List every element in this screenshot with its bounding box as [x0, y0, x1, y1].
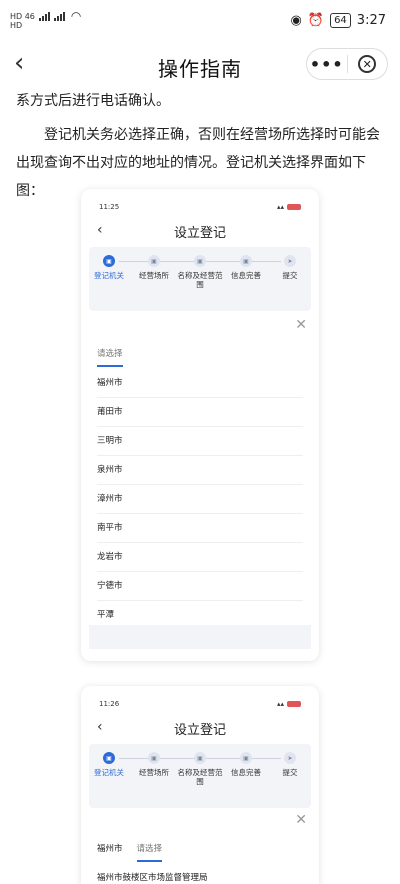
mini-status-bar: 11:25 ▴▴: [99, 203, 301, 211]
tab-fuzhou[interactable]: 福州市: [97, 842, 123, 854]
signal-icon: [38, 12, 50, 21]
mini-battery-icon: [287, 204, 301, 210]
list-item[interactable]: 龙岩市: [97, 543, 303, 572]
step-item[interactable]: ▣ 信息完善: [221, 255, 271, 280]
step-icon: ▣: [103, 752, 115, 764]
bottom-panel: [89, 625, 311, 649]
miniapp-capsule: ••• ✕: [306, 48, 388, 80]
signal-area: HD 46 ◠ HD: [10, 9, 82, 30]
screenshot-select-bureau: 11:26 ▴▴ ‹ 设立登记 ▣ 登记机关 ▣ 经营场所 ▣ 名称及经营范围 ▣ 信息…: [81, 686, 319, 884]
cascade-tabs: 福州市 请选择: [97, 842, 162, 862]
tab-please-select[interactable]: 请选择: [136, 842, 162, 862]
list-item[interactable]: 福州市鼓楼区市场监督管理局: [97, 864, 303, 884]
battery-indicator: 64: [330, 13, 351, 28]
step-icon: ▣: [194, 255, 206, 267]
tab-please-select[interactable]: 请选择: [97, 347, 123, 367]
step-item[interactable]: ▣ 登记机关: [84, 255, 134, 280]
step-item[interactable]: ▣ 经营场所: [129, 255, 179, 280]
status-bar: HD 46 ◠ HD ◉ ⏰ 64 3:27: [0, 0, 400, 40]
list-item[interactable]: 南平市: [97, 514, 303, 543]
step-icon: ▣: [194, 752, 206, 764]
mini-battery-icon: [287, 701, 301, 707]
step-icon: ▣: [103, 255, 115, 267]
mini-clock: 11:25: [99, 203, 120, 211]
eye-icon: ◉: [290, 13, 302, 28]
step-item[interactable]: ➤ 提交: [265, 255, 315, 280]
step-icon: ▣: [240, 752, 252, 764]
signal-icon-2: [53, 12, 65, 21]
list-item[interactable]: 莆田市: [97, 398, 303, 427]
screenshot-select-authority: 11:25 ▴▴ ‹ 设立登记 ▣ 登记机关 ▣ 经营场所 ▣ 名称及经营范围 ▣ 信息…: [81, 189, 319, 661]
progress-steps: ▣ 登记机关 ▣ 经营场所 ▣ 名称及经营范围 ▣ 信息完善 ➤ 提交: [89, 247, 311, 311]
step-item[interactable]: ▣ 经营场所: [129, 752, 179, 777]
mini-status-bar: 11:26 ▴▴: [99, 700, 301, 708]
network-label-2: HD: [10, 21, 23, 30]
list-item[interactable]: 漳州市: [97, 485, 303, 514]
list-item[interactable]: 泉州市: [97, 456, 303, 485]
mini-clock: 11:26: [99, 700, 120, 708]
step-item[interactable]: ➤ 提交: [265, 752, 315, 777]
send-icon: ➤: [284, 255, 296, 267]
wifi-icon: ◠: [70, 9, 82, 23]
mini-signal-icon: ▴▴: [276, 700, 284, 708]
screen-title: 设立登记: [173, 723, 226, 738]
step-item[interactable]: ▣ 信息完善: [221, 752, 271, 777]
close-icon: ✕: [358, 55, 377, 73]
alarm-icon: ⏰: [307, 13, 325, 28]
progress-steps: ▣ 登记机关 ▣ 经营场所 ▣ 名称及经营范围 ▣ 信息完善 ➤ 提交: [89, 744, 311, 808]
cascade-tabs: 请选择: [97, 347, 123, 367]
step-icon: ▣: [148, 255, 160, 267]
more-button[interactable]: •••: [307, 55, 347, 74]
send-icon: ➤: [284, 752, 296, 764]
step-item[interactable]: ▣ 登记机关: [84, 752, 134, 777]
close-button[interactable]: ✕: [348, 55, 388, 73]
close-icon[interactable]: ✕: [295, 317, 307, 333]
step-icon: ▣: [148, 752, 160, 764]
step-item[interactable]: ▣ 名称及经营范围: [175, 752, 225, 786]
nav-bar: ‹ 操作指南 ••• ✕: [0, 42, 400, 88]
step-icon: ▣: [240, 255, 252, 267]
list-item[interactable]: 三明市: [97, 427, 303, 456]
list-item[interactable]: 宁德市: [97, 572, 303, 601]
clock: 3:27: [356, 13, 386, 28]
mini-signal-icon: ▴▴: [276, 203, 284, 211]
step-item[interactable]: ▣ 名称及经营范围: [175, 255, 225, 289]
close-icon[interactable]: ✕: [295, 812, 307, 828]
network-label: HD 46: [10, 12, 35, 21]
article-line: 系方式后进行电话确认。: [16, 93, 170, 109]
list-item[interactable]: 福州市: [97, 369, 303, 398]
screen-title: 设立登记: [173, 226, 226, 241]
